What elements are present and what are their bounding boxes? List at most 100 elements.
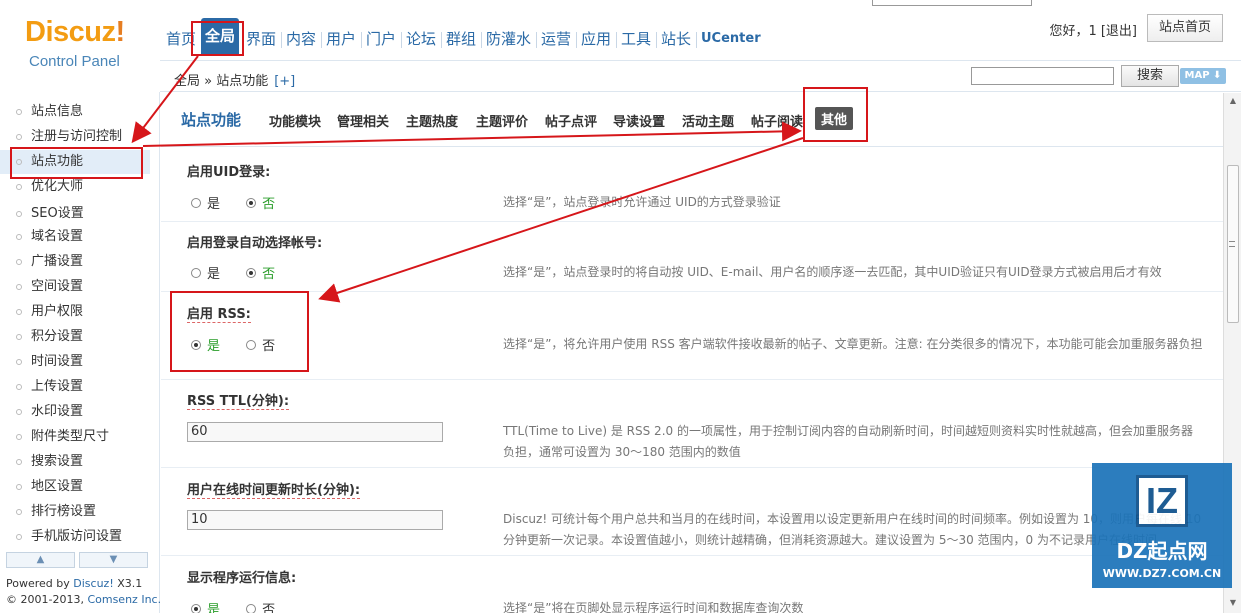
top-dropdown-edge <box>872 0 1032 6</box>
bullet-icon <box>16 109 22 115</box>
radio-yes[interactable] <box>191 603 201 613</box>
highlight-other-tab <box>803 87 868 142</box>
bullet-icon <box>16 211 22 217</box>
online-time-input[interactable]: 10 <box>187 510 443 530</box>
nav-tab-webmaster[interactable]: 站长 <box>661 26 691 52</box>
logo-subtitle: Control Panel <box>29 53 120 70</box>
sidebar-item-broadcast[interactable]: 广播设置 <box>0 250 150 274</box>
setting-desc-auto-account: 选择“是”，站点登录时的将自动按 UID、E-mail、用户名的顺序逐一去匹配，… <box>503 265 1162 279</box>
bullet-icon <box>16 534 22 540</box>
sidebar-item-mobile[interactable]: 手机版访问设置 <box>0 525 150 549</box>
breadcrumb-path[interactable]: 全局 » 站点功能 <box>174 74 268 89</box>
nav-tab-antispam[interactable]: 防灌水 <box>486 26 531 52</box>
radio-group-runtime-info: 是 否 <box>191 599 297 613</box>
nav-tab-content[interactable]: 内容 <box>286 26 316 52</box>
tab-management[interactable]: 管理相关 <box>337 111 389 130</box>
map-button[interactable]: MAP ⬇ <box>1180 68 1226 84</box>
setting-label-uid-login: 启用UID登录: <box>187 165 271 180</box>
sidebar-item-site-info[interactable]: 站点信息 <box>0 100 150 124</box>
tab-guide-settings[interactable]: 导读设置 <box>613 111 665 130</box>
bullet-icon <box>16 409 22 415</box>
radio-no[interactable] <box>246 267 257 278</box>
sidebar-scroll-arrows: ▲ ▼ <box>6 552 150 568</box>
search-input[interactable] <box>971 67 1114 85</box>
scroll-down-arrow-icon[interactable]: ▼ <box>1227 597 1239 609</box>
scroll-up-arrow-icon[interactable]: ▲ <box>1227 95 1239 107</box>
highlight-rss-setting <box>170 291 309 372</box>
radio-group-auto-account: 是 否 <box>191 263 297 282</box>
scroll-down-icon[interactable]: ▼ <box>79 552 148 568</box>
bullet-icon <box>16 434 22 440</box>
radio-no[interactable] <box>246 197 257 208</box>
nav-tab-users[interactable]: 用户 <box>326 26 356 52</box>
radio-yes[interactable] <box>191 267 201 278</box>
sidebar-item-watermark[interactable]: 水印设置 <box>0 400 150 424</box>
sidebar-item-attachment-types[interactable]: 附件类型尺寸 <box>0 425 150 449</box>
highlight-global-tab <box>191 21 244 56</box>
tab-post-reading[interactable]: 帖子阅读 <box>751 111 803 130</box>
setting-label-auto-account: 启用登录自动选择帐号: <box>187 236 323 251</box>
bullet-icon <box>16 309 22 315</box>
powered-by: Powered by Discuz! X3.1 © 2001-2013, Com… <box>6 577 162 606</box>
sidebar-item-region[interactable]: 地区设置 <box>0 475 150 499</box>
scroll-up-icon[interactable]: ▲ <box>6 552 75 568</box>
tab-thread-heat[interactable]: 主题热度 <box>406 111 458 130</box>
bullet-icon <box>16 134 22 140</box>
nav-tab-interface[interactable]: 界面 <box>246 26 276 52</box>
sidebar-item-time[interactable]: 时间设置 <box>0 350 150 374</box>
breadcrumb-bar: 全局 » 站点功能 [+] 搜索 MAP ⬇ <box>160 60 1241 92</box>
dz7-watermark: IZ DZ起点网 WWW.DZ7.COM.CN <box>1092 463 1232 588</box>
site-home-button[interactable]: 站点首页 <box>1147 14 1223 42</box>
nav-tab-forum[interactable]: 论坛 <box>406 26 436 52</box>
sidebar-item-search[interactable]: 搜索设置 <box>0 450 150 474</box>
sidebar-item-register-access[interactable]: 注册与访问控制 <box>0 125 150 149</box>
breadcrumb: 全局 » 站点功能 [+] <box>174 70 295 89</box>
nav-tab-groups[interactable]: 群组 <box>446 26 476 52</box>
sidebar-item-ranking[interactable]: 排行榜设置 <box>0 500 150 524</box>
search-button[interactable]: 搜索 <box>1121 65 1179 87</box>
bullet-icon <box>16 184 22 190</box>
setting-desc-rss-ttl: TTL(Time to Live) 是 RSS 2.0 的一项属性，用于控制订阅… <box>503 424 1193 459</box>
setting-desc-rss: 选择“是”，将允许用户使用 RSS 客户端软件接收最新的帖子、文章更新。注意: … <box>503 337 1203 351</box>
nav-tab-tools[interactable]: 工具 <box>621 26 651 52</box>
tab-post-comments[interactable]: 帖子点评 <box>545 111 597 130</box>
sidebar-item-domain[interactable]: 域名设置 <box>0 225 150 249</box>
comsenz-link[interactable]: Comsenz Inc. <box>87 593 161 606</box>
add-shortcut-link[interactable]: [+] <box>274 74 295 89</box>
nav-tab-operations[interactable]: 运营 <box>541 26 571 52</box>
discuz-logo[interactable]: Discuz! <box>25 16 125 49</box>
section-title: 站点功能 <box>181 111 242 129</box>
bullet-icon <box>16 484 22 490</box>
setting-desc-runtime-info: 选择“是”将在页脚处显示程序运行时间和数据库查询次数 <box>503 601 804 613</box>
tab-thread-rating[interactable]: 主题评价 <box>476 111 528 130</box>
bullet-icon <box>16 234 22 240</box>
sidebar-item-credits[interactable]: 积分设置 <box>0 325 150 349</box>
radio-yes[interactable] <box>191 197 201 208</box>
dz7-logo-icon: IZ <box>1136 475 1188 527</box>
nav-tab-ucenter[interactable]: UCenter <box>701 26 761 52</box>
main-content: 站点功能 功能模块 管理相关 主题热度 主题评价 帖子点评 导读设置 活动主题 … <box>161 93 1223 613</box>
radio-group-uid-login: 是 否 <box>191 193 297 212</box>
sidebar-item-seo[interactable]: SEO设置 <box>0 202 150 226</box>
tab-feature-modules[interactable]: 功能模块 <box>269 111 321 130</box>
nav-tab-apps[interactable]: 应用 <box>581 26 611 52</box>
sidebar-item-upload[interactable]: 上传设置 <box>0 375 150 399</box>
nav-tab-portal[interactable]: 门户 <box>366 26 396 52</box>
setting-label-rss-ttl: RSS TTL(分钟): <box>187 390 290 410</box>
bullet-icon <box>16 284 22 290</box>
bullet-icon <box>16 384 22 390</box>
greeting-text[interactable]: 您好，1 [退出] <box>1049 20 1137 39</box>
bullet-icon <box>16 509 22 515</box>
sidebar-item-space[interactable]: 空间设置 <box>0 275 150 299</box>
tab-activity-threads[interactable]: 活动主题 <box>682 111 734 130</box>
bullet-icon <box>16 459 22 465</box>
radio-no[interactable] <box>246 603 257 613</box>
discuz-link[interactable]: Discuz! <box>73 577 113 590</box>
sidebar-item-user-permissions[interactable]: 用户权限 <box>0 300 150 324</box>
rss-ttl-input[interactable]: 60 <box>187 422 443 442</box>
logo-area: Discuz! Control Panel <box>0 0 160 90</box>
setting-desc-uid-login: 选择“是”，站点登录时允许通过 UID的方式登录验证 <box>503 195 781 209</box>
dz7-url: WWW.DZ7.COM.CN <box>1102 567 1222 580</box>
scrollbar-grip-icon <box>1229 241 1235 247</box>
highlight-site-features <box>10 147 143 179</box>
